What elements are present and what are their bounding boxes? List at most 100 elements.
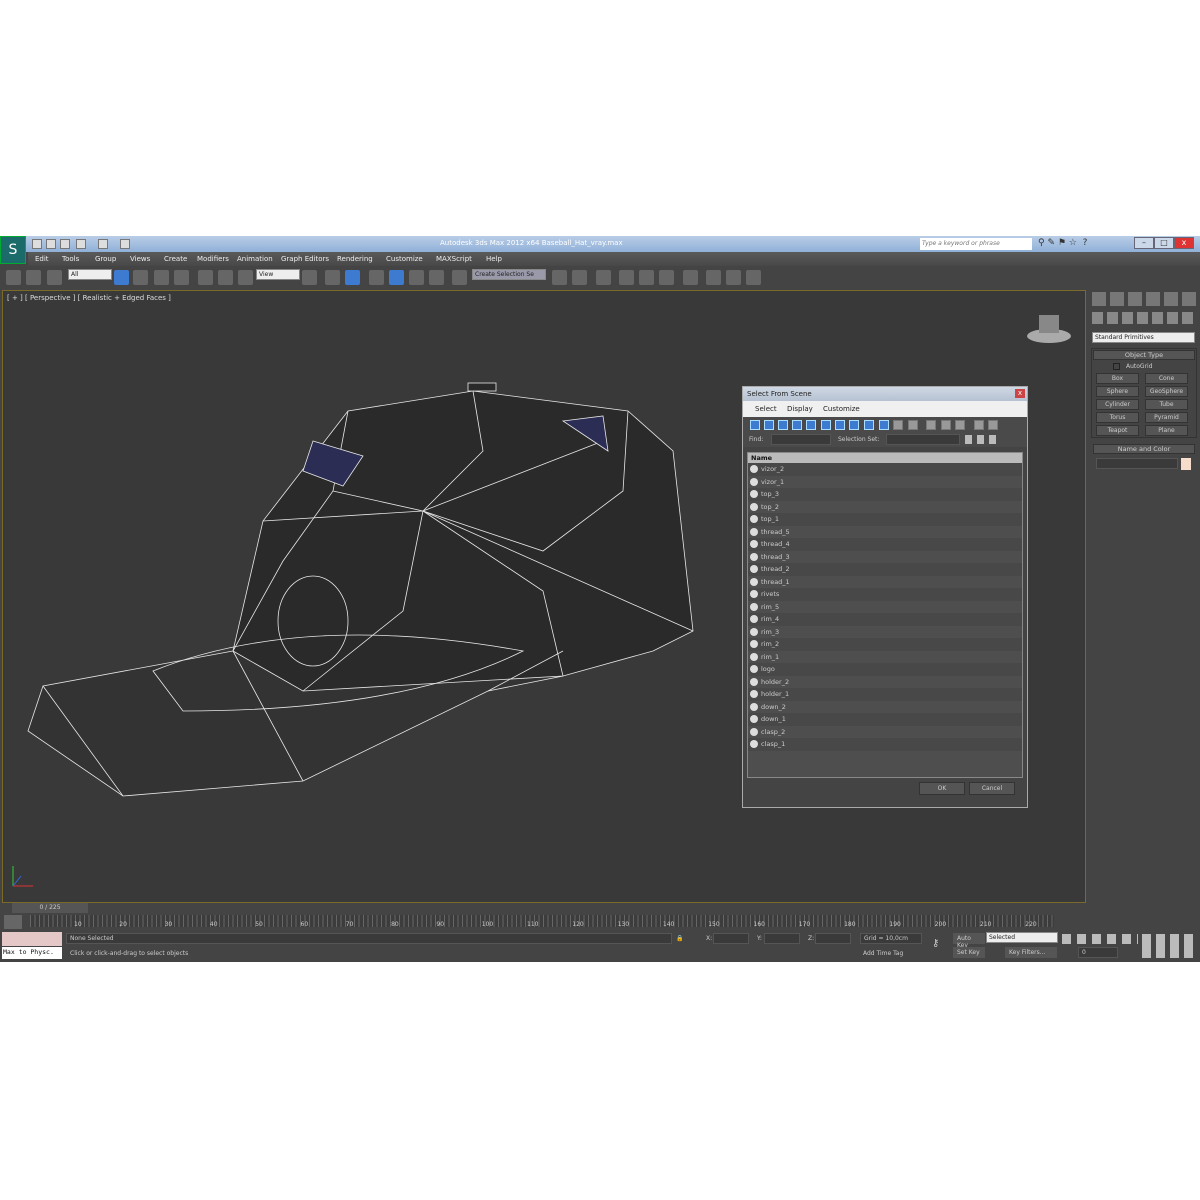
display-all-icon[interactable] (926, 420, 936, 430)
select-manipulate-icon[interactable] (325, 270, 340, 285)
menu-help[interactable]: Help (486, 255, 502, 263)
current-frame-input[interactable]: 0 (1078, 947, 1118, 958)
project-icon[interactable] (120, 239, 130, 249)
autogrid-checkbox[interactable] (1113, 363, 1120, 370)
object-color-swatch[interactable] (1181, 458, 1191, 470)
cone-button[interactable]: Cone (1145, 373, 1188, 384)
display-helpers-icon[interactable] (806, 420, 816, 430)
dialog-close-button[interactable]: x (1015, 389, 1025, 398)
display-cameras-icon[interactable] (792, 420, 802, 430)
auto-key-button[interactable]: Auto Key (953, 933, 985, 949)
display-xrefs-icon[interactable] (849, 420, 859, 430)
key-filters-button[interactable]: Key Filters... (1005, 947, 1057, 958)
display-groups-icon[interactable] (835, 420, 845, 430)
list-item[interactable]: rim_5 (748, 601, 1022, 614)
menu-animation[interactable]: Animation (237, 255, 273, 263)
scale-icon[interactable] (238, 270, 253, 285)
link-icon[interactable] (6, 270, 21, 285)
sphere-button[interactable]: Sphere (1096, 386, 1139, 397)
cylinder-button[interactable]: Cylinder (1096, 399, 1139, 410)
schematic-view-icon[interactable] (659, 270, 674, 285)
geosphere-button[interactable]: GeoSphere (1145, 386, 1188, 397)
graphite-tools-icon[interactable] (619, 270, 634, 285)
display-frozen-icon[interactable] (893, 420, 903, 430)
angle-snap-icon[interactable] (389, 270, 404, 285)
rectangle-selection-icon[interactable] (154, 270, 169, 285)
set-key-mode-icon[interactable]: ⚷ (932, 938, 939, 949)
unlink-icon[interactable] (26, 270, 41, 285)
time-slider[interactable]: 0 / 225 (0, 903, 1086, 913)
maxscript-input[interactable]: Max to Physc. (2, 947, 62, 959)
object-type-header[interactable]: Object Type (1093, 350, 1195, 360)
display-none-icon[interactable] (941, 420, 951, 430)
search-input[interactable]: Type a keyword or phrase (920, 238, 1032, 250)
list-item[interactable]: top_2 (748, 501, 1022, 514)
ok-button[interactable]: OK (919, 782, 965, 795)
teapot-button[interactable]: Teapot (1096, 425, 1139, 436)
menu-views[interactable]: Views (130, 255, 150, 263)
torus-button[interactable]: Torus (1096, 412, 1139, 423)
maxscript-listener[interactable] (2, 932, 62, 946)
primitive-type-dropdown[interactable]: Standard Primitives (1092, 332, 1195, 343)
filter-icon[interactable] (974, 420, 984, 430)
list-item[interactable]: clasp_1 (748, 738, 1022, 751)
mini-curve-editor-icon[interactable] (4, 915, 22, 929)
list-item[interactable]: rivets (748, 588, 1022, 601)
named-selection-dropdown[interactable]: Create Selection Se (472, 269, 546, 280)
redo-icon[interactable] (98, 239, 108, 249)
list-item[interactable]: holder_2 (748, 676, 1022, 689)
open-icon[interactable] (46, 239, 56, 249)
close-button[interactable]: x (1174, 237, 1194, 249)
menu-edit[interactable]: Edit (35, 255, 49, 263)
mirror-icon[interactable] (552, 270, 567, 285)
display-lights-icon[interactable] (778, 420, 788, 430)
menu-tools[interactable]: Tools (62, 255, 79, 263)
app-logo-button[interactable]: S (0, 236, 26, 264)
menu-customize[interactable]: Customize (386, 255, 423, 263)
display-containers-icon[interactable] (879, 420, 889, 430)
display-geometry-icon[interactable] (750, 420, 760, 430)
z-coordinate-input[interactable] (815, 933, 851, 944)
render-setup-icon[interactable] (706, 270, 721, 285)
reference-coord-dropdown[interactable]: View (256, 269, 300, 280)
material-editor-icon[interactable] (683, 270, 698, 285)
list-item[interactable]: holder_1 (748, 688, 1022, 701)
list-item[interactable]: rim_4 (748, 613, 1022, 626)
selection-set-dropdown[interactable] (886, 434, 960, 445)
playback-controls[interactable] (1062, 934, 1138, 944)
box-button[interactable]: Box (1096, 373, 1139, 384)
menu-group[interactable]: Group (95, 255, 116, 263)
list-item[interactable]: down_1 (748, 713, 1022, 726)
name-and-color-header[interactable]: Name and Color (1093, 444, 1195, 454)
snaps-toggle-icon[interactable] (369, 270, 384, 285)
add-time-tag[interactable]: Add Time Tag (863, 950, 903, 957)
list-item[interactable]: thread_2 (748, 563, 1022, 576)
view-cube[interactable] (1027, 315, 1071, 343)
minimize-button[interactable]: – (1134, 237, 1154, 249)
display-hidden-icon[interactable] (908, 420, 918, 430)
pyramid-button[interactable]: Pyramid (1145, 412, 1188, 423)
lock-icon[interactable]: 🔒 (676, 935, 683, 942)
render-icon[interactable] (746, 270, 761, 285)
selection-set-buttons[interactable] (965, 435, 1001, 444)
maximize-button[interactable]: □ (1154, 237, 1174, 249)
new-icon[interactable] (32, 239, 42, 249)
tube-button[interactable]: Tube (1145, 399, 1188, 410)
curve-editor-icon[interactable] (639, 270, 654, 285)
object-name-input[interactable] (1096, 458, 1178, 469)
list-item[interactable]: clasp_2 (748, 726, 1022, 739)
list-item[interactable]: logo (748, 663, 1022, 676)
display-bones-icon[interactable] (864, 420, 874, 430)
find-input[interactable] (771, 434, 831, 445)
scene-object-list[interactable]: Name vizor_2 vizor_1 top_3 top_2 top_1 thread… (747, 452, 1023, 778)
menu-graph-editors[interactable]: Graph Editors (281, 255, 329, 263)
plane-button[interactable]: Plane (1145, 425, 1188, 436)
menu-maxscript[interactable]: MAXScript (436, 255, 472, 263)
edit-named-selection-icon[interactable] (452, 270, 467, 285)
list-item[interactable]: thread_1 (748, 576, 1022, 589)
menu-create[interactable]: Create (164, 255, 187, 263)
dialog-menu-display[interactable]: Display (787, 405, 813, 413)
spinner-snap-icon[interactable] (429, 270, 444, 285)
align-icon[interactable] (572, 270, 587, 285)
select-object-icon[interactable] (114, 270, 129, 285)
